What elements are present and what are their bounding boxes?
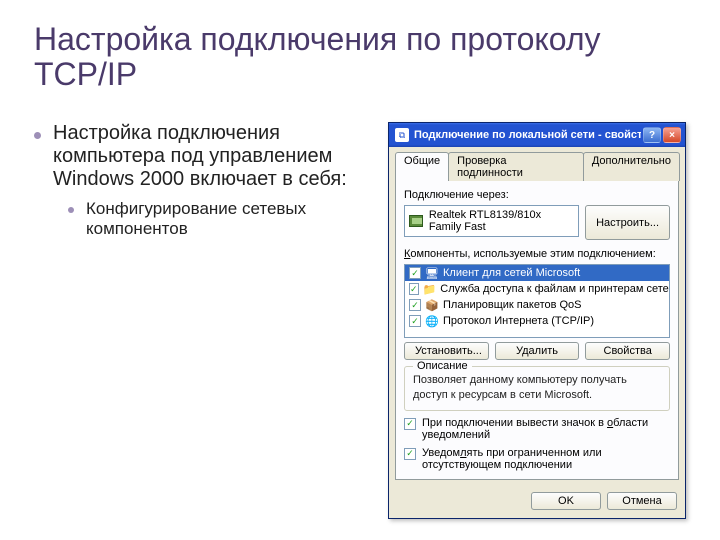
service-icon: 📁	[423, 282, 437, 296]
list-item[interactable]: ✓ 🌐 Протокол Интернета (TCP/IP)	[405, 313, 669, 329]
adapter-box: Realtek RTL8139/810x Family Fast	[404, 205, 579, 237]
description-group-title: Описание	[413, 360, 472, 372]
configure-button[interactable]: Настроить...	[585, 205, 670, 240]
qos-icon: 📦	[425, 298, 439, 312]
connect-via-label: Подключение через:	[404, 189, 670, 201]
checkbox-icon[interactable]: ✓	[409, 267, 421, 279]
properties-button[interactable]: Свойства	[585, 342, 670, 360]
window-titlebar[interactable]: ⧉ Подключение по локальной сети - свойст…	[389, 123, 685, 147]
tray-checkbox-label: При подключении вывести значок в области…	[422, 417, 670, 441]
window-icon: ⧉	[395, 128, 409, 142]
cancel-button[interactable]: Отмена	[607, 492, 677, 510]
bullet-icon	[34, 132, 41, 139]
bullet-icon	[68, 207, 74, 213]
checkbox-icon[interactable]: ✓	[404, 418, 416, 430]
page-title: Настройка подключения по протоколу TCP/I…	[34, 22, 686, 92]
nic-icon	[409, 215, 423, 227]
tab-general[interactable]: Общие	[395, 152, 449, 181]
tab-panel-general: Подключение через: Realtek RTL8139/810x …	[395, 180, 679, 480]
properties-dialog: ⧉ Подключение по локальной сети - свойст…	[388, 122, 686, 519]
list-item-label: Протокол Интернета (TCP/IP)	[443, 315, 594, 327]
remove-button[interactable]: Удалить	[495, 342, 580, 360]
limited-checkbox-row[interactable]: ✓ Уведомлять при ограниченном или отсутс…	[404, 447, 670, 471]
bullet-main: Настройка подключения компьютера под упр…	[53, 122, 368, 191]
ok-button[interactable]: OK	[531, 492, 601, 510]
list-item[interactable]: ✓ 📁 Служба доступа к файлам и принтерам …	[405, 281, 669, 297]
components-label: Компоненты, используемые этим подключени…	[404, 248, 670, 260]
tcpip-icon: 🌐	[425, 314, 439, 328]
description-text: Позволяет данному компьютеру получать до…	[413, 373, 661, 402]
list-item-label: Планировщик пакетов QoS	[443, 299, 582, 311]
adapter-name: Realtek RTL8139/810x Family Fast	[429, 209, 574, 233]
tab-auth[interactable]: Проверка подлинности	[448, 152, 584, 181]
slide-text: Настройка подключения компьютера под упр…	[34, 122, 368, 519]
install-button[interactable]: Установить...	[404, 342, 489, 360]
limited-checkbox-label: Уведомлять при ограниченном или отсутств…	[422, 447, 670, 471]
list-item[interactable]: ✓ 🖥 Клиент для сетей Microsoft	[405, 265, 669, 281]
components-listbox[interactable]: ✓ 🖥 Клиент для сетей Microsoft ✓ 📁 Служб…	[404, 264, 670, 338]
list-item-label: Служба доступа к файлам и принтерам сете…	[440, 283, 669, 295]
description-group: Описание Позволяет данному компьютеру по…	[404, 366, 670, 411]
list-item-label: Клиент для сетей Microsoft	[443, 267, 580, 279]
tray-checkbox-row[interactable]: ✓ При подключении вывести значок в облас…	[404, 417, 670, 441]
window-title: Подключение по локальной сети - свойства	[414, 129, 641, 141]
checkbox-icon[interactable]: ✓	[404, 448, 416, 460]
help-button[interactable]: ?	[643, 127, 661, 143]
checkbox-icon[interactable]: ✓	[409, 315, 421, 327]
bullet-sub: Конфигурирование сетевых компонентов	[86, 199, 368, 239]
close-button[interactable]: ×	[663, 127, 681, 143]
client-icon: 🖥	[425, 266, 439, 280]
tab-advanced[interactable]: Дополнительно	[583, 152, 680, 181]
list-item[interactable]: ✓ 📦 Планировщик пакетов QoS	[405, 297, 669, 313]
checkbox-icon[interactable]: ✓	[409, 299, 421, 311]
checkbox-icon[interactable]: ✓	[409, 283, 419, 295]
